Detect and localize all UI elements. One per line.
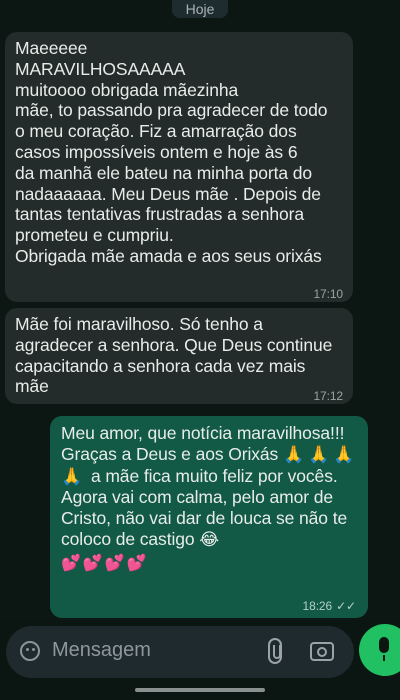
date-separator: Hoje: [172, 0, 228, 18]
laughing-emoji-icon: 😂: [199, 529, 220, 549]
message-line: MARAVILHOSAAAAA: [15, 58, 186, 79]
message-text: a mãe fica muito feliz por vocês.: [90, 465, 338, 486]
message-time-status: 18:26 ✓✓: [302, 596, 357, 617]
message-line: agradecer a senhora. Que Deus continue: [15, 334, 333, 355]
message-bubble-incoming[interactable]: Maeeeee MARAVILHOSAAAAA muitoooo obrigad…: [5, 32, 353, 302]
message-line: casos impossíveis ontem e hoje às 6: [15, 141, 298, 162]
message-text: coloco de castigo: [61, 528, 195, 549]
message-line: da manhã ele bateu na minha porta do: [15, 162, 313, 183]
message-input[interactable]: Mensagem: [52, 639, 151, 662]
emoji-icon[interactable]: [20, 641, 40, 661]
message-line: nadaaaaaa. Meu Deus mãe . Depois de: [15, 183, 321, 204]
message-line-with-emoji: 🙏 a mãe fica muito feliz por vocês.: [61, 466, 357, 488]
message-line-with-emoji: Graças a Deus e aos Orixás 🙏🙏🙏: [61, 444, 357, 466]
double-check-icon: ✓✓: [336, 599, 356, 613]
pray-emoji-icon: 🙏: [61, 466, 87, 486]
message-time: 17:12: [313, 389, 343, 403]
message-line: Maeeeee: [15, 38, 88, 58]
home-indicator: [135, 688, 265, 692]
message-line: Agora vai com calma, pelo amor de: [61, 487, 333, 508]
message-line: mãe: [15, 376, 49, 397]
hearts-emoji-icon: 💕💕💕💕: [61, 554, 149, 572]
message-line: tantas tentativas frustradas a senhora: [15, 204, 305, 225]
message-line: Mãe foi maravilhoso. Só tenho a: [15, 314, 263, 334]
message-line: Meu amor, que notícia maravilhosa!!!: [61, 423, 345, 443]
message-time: 17:10: [313, 287, 343, 301]
message-line: prometeu e cumpriu.: [15, 225, 174, 246]
message-line: mãe, to passando pra agradecer de todo: [15, 100, 328, 121]
message-line-with-emoji: coloco de castigo 😂: [61, 529, 357, 551]
message-line: Cristo, não vai dar de louca se não te: [61, 508, 348, 529]
pray-emoji-icon: 🙏🙏🙏: [282, 444, 359, 464]
camera-icon[interactable]: [310, 642, 334, 661]
chat-area: Hoje Maeeeee MARAVILHOSAAAAA muitoooo ob…: [0, 0, 400, 620]
message-text: Graças a Deus e aos Orixás: [61, 443, 279, 464]
message-line: capacitando a senhora cada vez mais: [15, 355, 306, 376]
microphone-icon: [379, 637, 389, 661]
voice-record-button[interactable]: [359, 624, 400, 676]
message-composer[interactable]: Mensagem: [6, 626, 354, 678]
message-bubble-incoming[interactable]: Mãe foi maravilhoso. Só tenho a agradece…: [5, 308, 353, 404]
message-line: muitoooo obrigada mãezinha: [15, 79, 239, 100]
message-line: Obrigada mãe amada e aos seus orixás: [15, 245, 322, 266]
message-line: o meu coração. Fiz a amarração dos: [15, 121, 297, 142]
attach-clip-icon[interactable]: [268, 638, 282, 664]
message-bubble-outgoing[interactable]: Meu amor, que notícia maravilhosa!!! Gra…: [50, 416, 368, 618]
message-time: 18:26: [302, 599, 333, 613]
